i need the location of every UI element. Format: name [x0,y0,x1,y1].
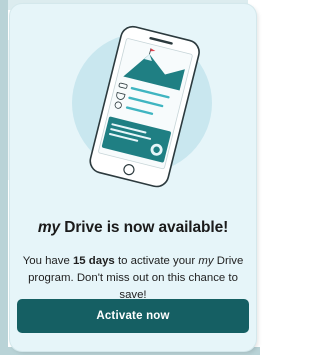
promo-card: my Drive is now available! You have 15 d… [10,4,256,351]
promo-description: You have 15 days to activate your my Dri… [16,253,250,304]
desc-days: 15 days [72,255,115,267]
desc-brand: my [198,255,214,267]
title-rest: Drive is now available! [60,219,229,236]
background-strip-left [0,0,8,355]
phone-illustration-icon [72,25,212,188]
title-brand: my [37,219,61,236]
desc-part1: You have [22,255,73,267]
activate-now-button[interactable]: Activate now [17,299,249,333]
desc-part2: to activate your [114,255,199,267]
promo-title: my Drive is now available! [10,219,256,237]
